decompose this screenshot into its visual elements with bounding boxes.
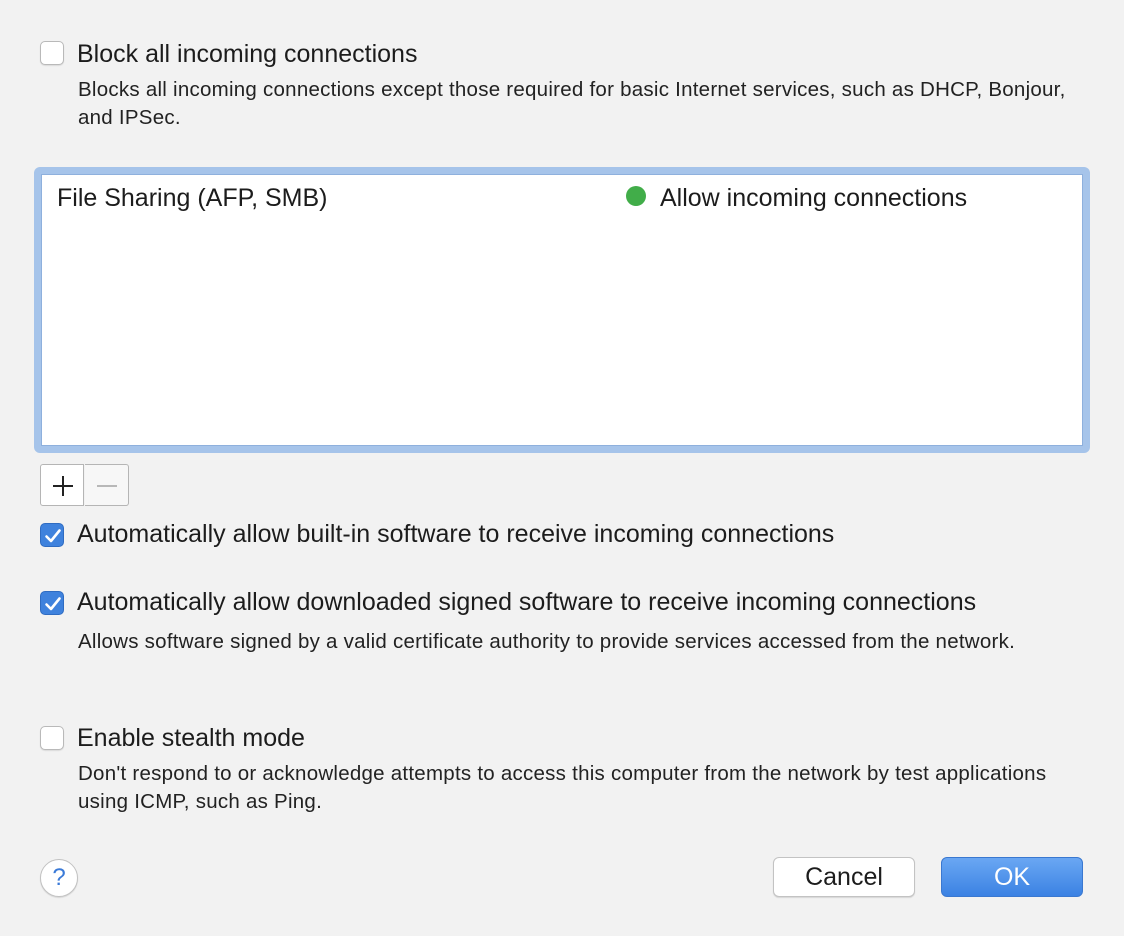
service-status[interactable]: Allow incoming connections xyxy=(660,183,967,213)
auto-signed-checkbox[interactable] xyxy=(40,591,64,615)
stealth-mode-label[interactable]: Enable stealth mode xyxy=(77,723,305,753)
stealth-mode-checkbox[interactable] xyxy=(40,726,64,750)
block-all-label[interactable]: Block all incoming connections xyxy=(77,39,417,69)
auto-builtin-label[interactable]: Automatically allow built-in software to… xyxy=(77,519,834,549)
status-dot-icon xyxy=(626,186,646,206)
ok-button[interactable]: OK xyxy=(941,857,1083,897)
remove-service-button[interactable] xyxy=(85,464,129,506)
auto-signed-description: Allows software signed by a valid certif… xyxy=(78,630,1016,653)
checkmark-icon xyxy=(45,529,61,543)
block-all-description: Blocks all incoming connections except t… xyxy=(78,78,1066,129)
block-all-checkbox[interactable] xyxy=(40,41,64,65)
plus-icon xyxy=(53,476,73,496)
add-service-button[interactable] xyxy=(40,464,84,506)
cancel-button[interactable]: Cancel xyxy=(773,857,915,897)
minus-icon xyxy=(97,485,117,487)
table-row[interactable]: File Sharing (AFP, SMB) Allow incoming c… xyxy=(42,175,1082,221)
checkmark-icon xyxy=(45,597,61,611)
auto-signed-label[interactable]: Automatically allow downloaded signed so… xyxy=(77,587,976,617)
stealth-mode-description: Don't respond to or acknowledge attempts… xyxy=(78,762,1047,813)
service-name: File Sharing (AFP, SMB) xyxy=(57,184,328,212)
services-table[interactable]: File Sharing (AFP, SMB) Allow incoming c… xyxy=(41,174,1083,446)
auto-builtin-checkbox[interactable] xyxy=(40,523,64,547)
help-button[interactable]: ? xyxy=(40,859,78,897)
